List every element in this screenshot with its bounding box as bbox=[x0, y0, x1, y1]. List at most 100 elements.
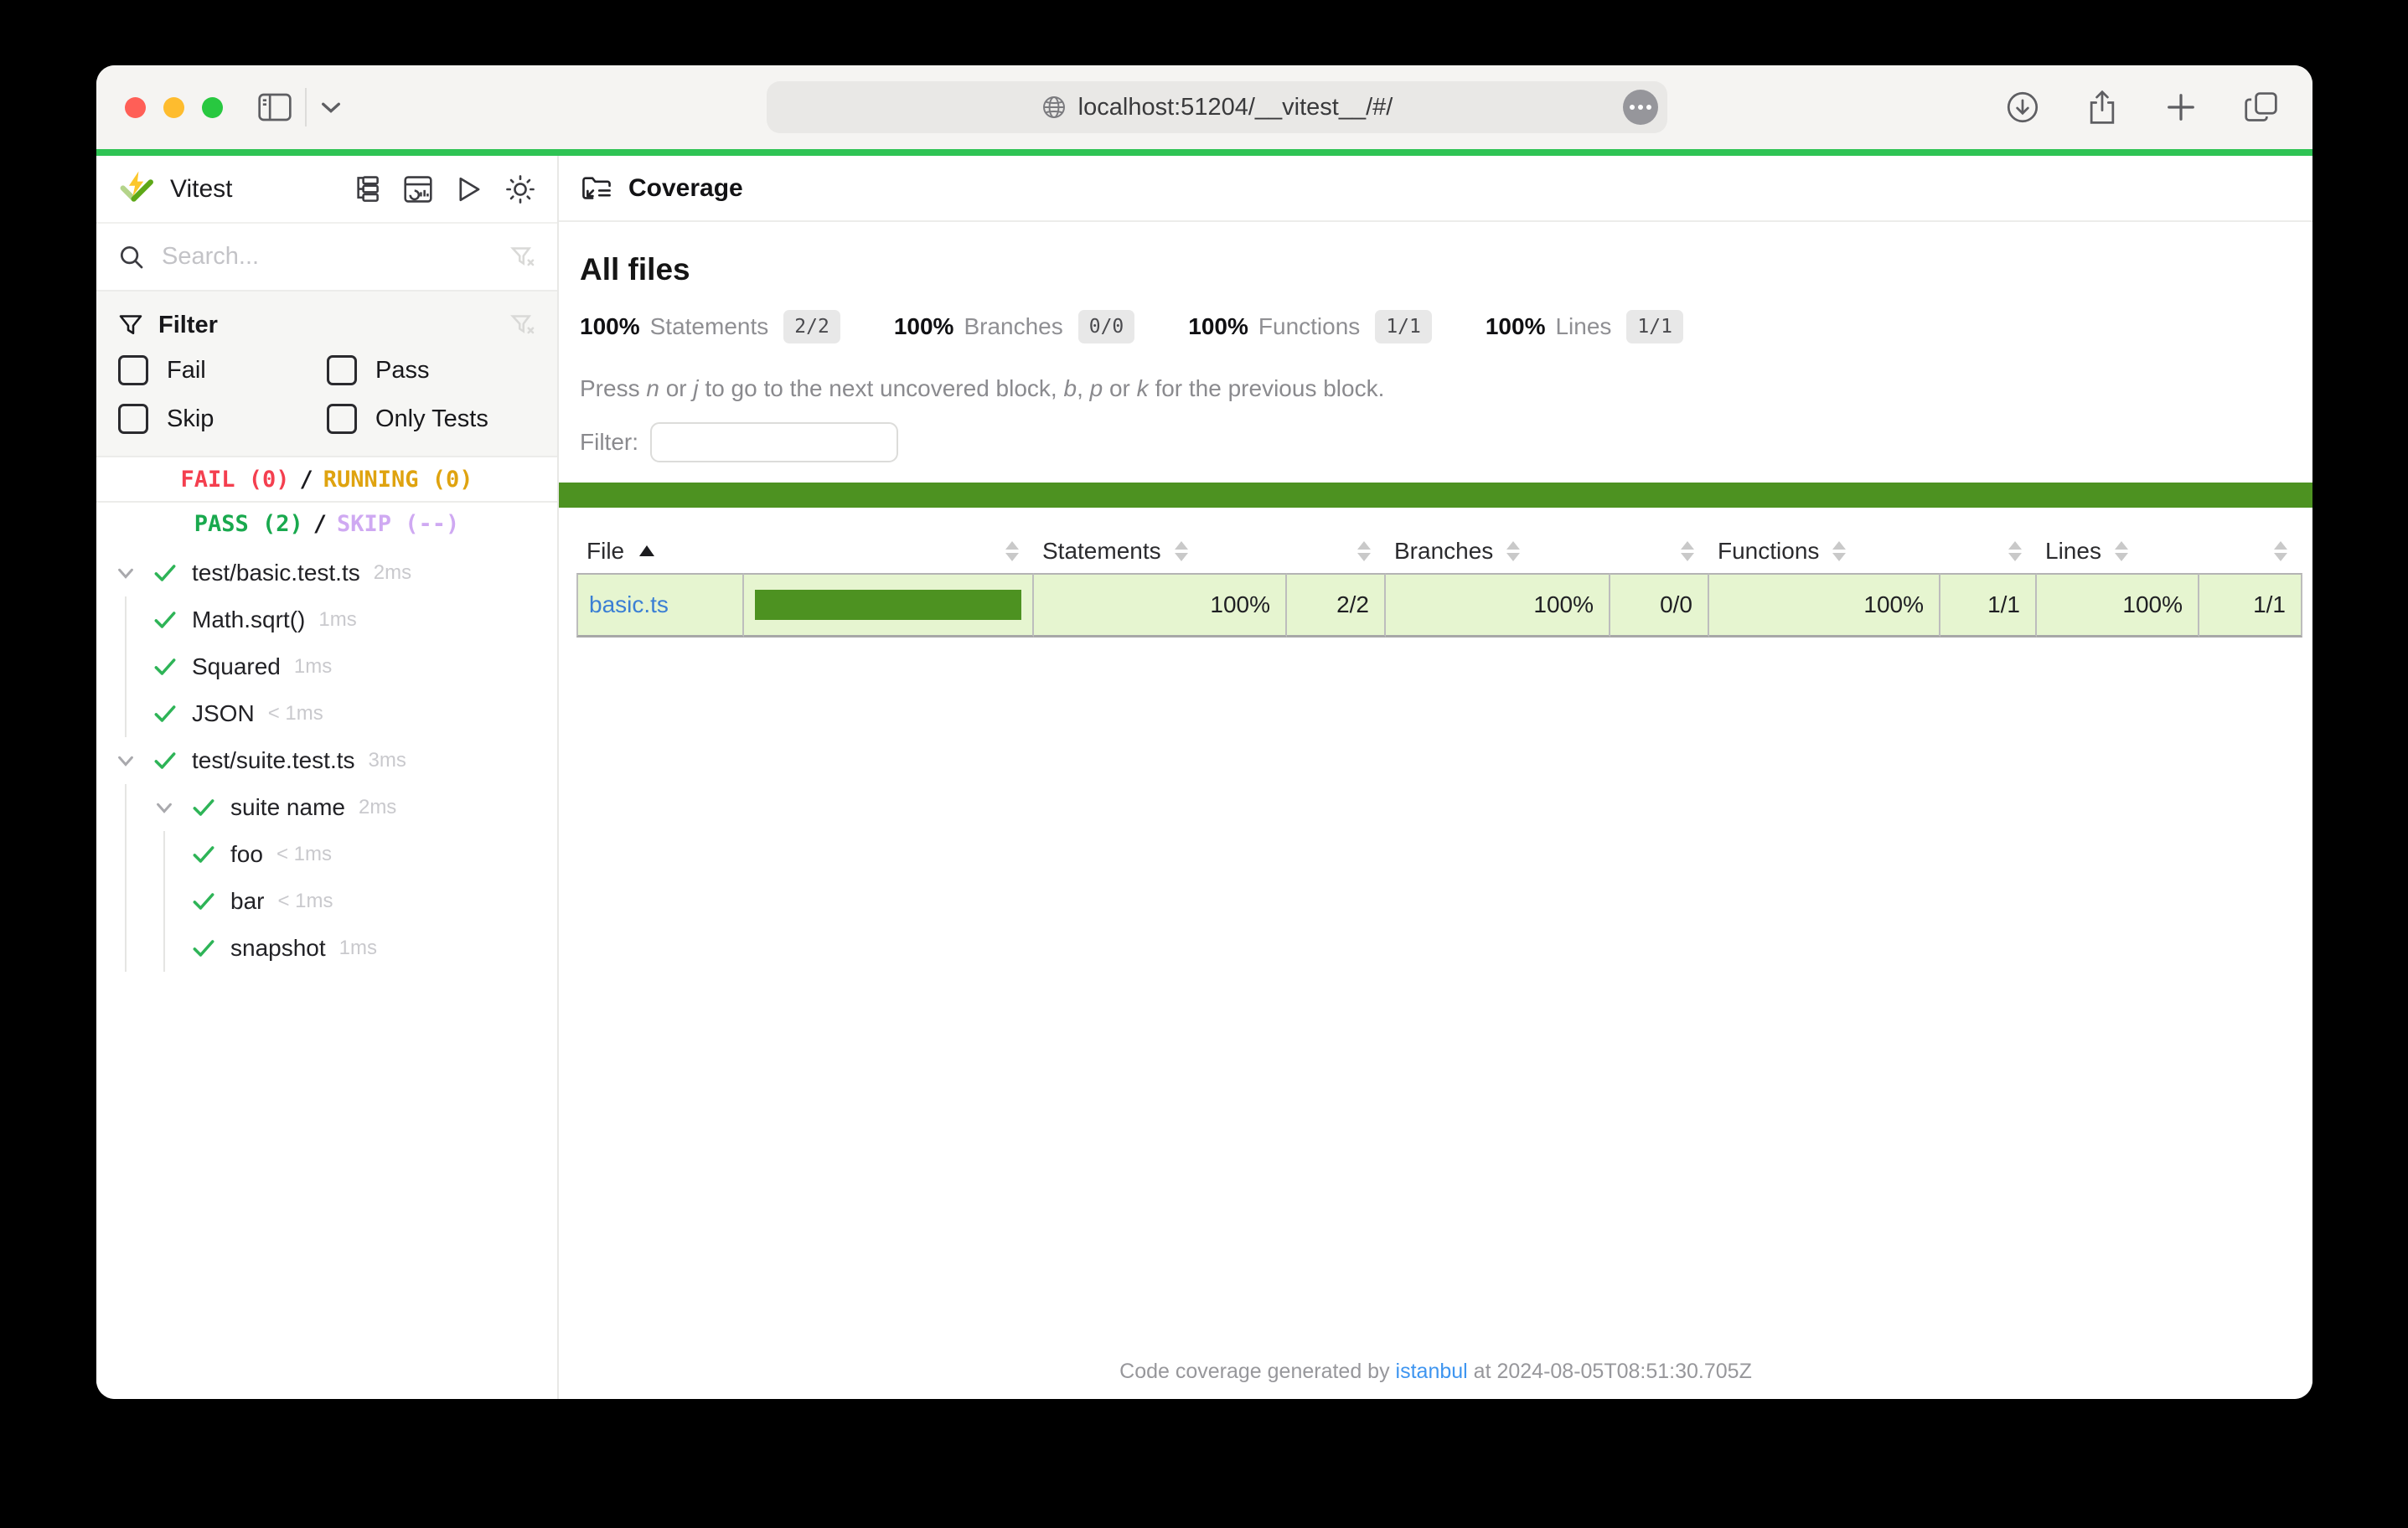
coverage-stat-statements: 100%Statements2/2 bbox=[580, 310, 840, 343]
stat-label: Branches bbox=[964, 313, 1062, 340]
hint-key: k bbox=[1137, 375, 1149, 401]
test-explorer-icon[interactable] bbox=[352, 175, 380, 204]
test-duration: 1ms bbox=[294, 655, 332, 679]
test-name: bar bbox=[230, 888, 264, 915]
column-header-graph[interactable] bbox=[744, 541, 1034, 561]
hint-text: Press bbox=[580, 375, 646, 401]
test-tree-row[interactable]: test/suite.test.ts3ms bbox=[96, 737, 557, 784]
zoom-window-button[interactable] bbox=[202, 97, 223, 118]
coverage-status-strip bbox=[559, 483, 2312, 508]
filter-option-pass[interactable]: Pass bbox=[327, 355, 535, 385]
share-icon[interactable] bbox=[2086, 89, 2118, 126]
sort-arrows-icon[interactable] bbox=[2115, 541, 2128, 561]
tree-indent-guide bbox=[113, 596, 138, 643]
page-options-button[interactable] bbox=[1623, 90, 1658, 125]
sort-arrows-icon[interactable] bbox=[1506, 541, 1520, 561]
sort-arrows-icon[interactable] bbox=[1832, 541, 1846, 561]
filter-option-fail[interactable]: Fail bbox=[118, 355, 327, 385]
column-header-branches-fraction[interactable] bbox=[1610, 541, 1709, 561]
tree-indent-guide bbox=[113, 831, 138, 878]
theme-toggle-sun-icon[interactable] bbox=[505, 174, 535, 204]
globe-icon bbox=[1041, 95, 1067, 120]
tab-overview-icon[interactable] bbox=[2244, 90, 2279, 124]
test-tree-row[interactable]: Math.sqrt()1ms bbox=[96, 596, 557, 643]
checkbox[interactable] bbox=[118, 404, 148, 434]
filter-option-label: Skip bbox=[167, 405, 214, 433]
coverage-stat-functions: 100%Functions1/1 bbox=[1188, 310, 1432, 343]
test-tree-row[interactable]: Squared 1ms bbox=[96, 643, 557, 690]
page-title: All files bbox=[580, 252, 2312, 288]
browser-toolbar: localhost:51204/__vitest__/#/ bbox=[96, 65, 2312, 149]
checkbox[interactable] bbox=[327, 355, 357, 385]
test-tree-row[interactable]: foo< 1ms bbox=[96, 831, 557, 878]
test-name: JSON bbox=[192, 700, 255, 727]
column-header-lines-fraction[interactable] bbox=[2199, 541, 2302, 561]
test-duration: 1ms bbox=[318, 608, 356, 632]
search-input[interactable] bbox=[160, 242, 495, 271]
clear-search-filter-icon[interactable] bbox=[510, 245, 535, 270]
column-header-statements[interactable]: Statements bbox=[1034, 538, 1287, 565]
sort-arrows-icon[interactable] bbox=[1681, 541, 1694, 561]
filter-option-only-tests[interactable]: Only Tests bbox=[327, 404, 535, 434]
test-tree-row[interactable]: test/basic.test.ts2ms bbox=[96, 550, 557, 596]
stat-fraction-badge: 1/1 bbox=[1375, 310, 1432, 343]
coverage-value-cell: 100% bbox=[2037, 573, 2199, 638]
clear-filters-icon[interactable] bbox=[510, 312, 535, 338]
coverage-title: Coverage bbox=[628, 174, 743, 203]
sort-arrows-icon[interactable] bbox=[2274, 541, 2287, 561]
istanbul-link[interactable]: istanbul bbox=[1396, 1360, 1468, 1383]
test-tree-row[interactable]: bar< 1ms bbox=[96, 878, 557, 925]
downloads-icon[interactable] bbox=[2006, 90, 2039, 124]
chevron-down-icon[interactable] bbox=[113, 737, 138, 784]
tree-indent-guide bbox=[113, 878, 138, 925]
hint-text: for the previous block. bbox=[1149, 375, 1385, 401]
test-tree-row[interactable]: snapshot 1ms bbox=[96, 925, 557, 972]
sort-arrows-icon[interactable] bbox=[1175, 541, 1188, 561]
chevron-down-icon[interactable] bbox=[113, 550, 138, 596]
column-header-functions[interactable]: Functions bbox=[1709, 538, 1940, 565]
keyboard-hint: Press n or j to go to the next uncovered… bbox=[580, 375, 2312, 402]
browser-window: localhost:51204/__vitest__/#/ bbox=[96, 65, 2312, 1399]
address-bar[interactable]: localhost:51204/__vitest__/#/ bbox=[767, 81, 1667, 133]
hint-text: or bbox=[1103, 375, 1136, 401]
search-bar bbox=[96, 222, 557, 292]
test-duration: 2ms bbox=[359, 796, 396, 819]
sort-arrows-icon[interactable] bbox=[1005, 541, 1019, 561]
coverage-value-cell: 100% bbox=[1709, 573, 1940, 638]
new-tab-icon[interactable] bbox=[2165, 91, 2197, 123]
coverage-filter-input[interactable] bbox=[650, 422, 898, 462]
dashboard-icon[interactable] bbox=[403, 175, 433, 204]
sort-arrows-icon[interactable] bbox=[2008, 541, 2022, 561]
sort-arrows-icon[interactable] bbox=[1357, 541, 1371, 561]
toolbar-divider bbox=[305, 88, 307, 126]
column-header-statements-fraction[interactable] bbox=[1287, 541, 1386, 561]
test-name: Squared bbox=[192, 653, 281, 680]
tree-indent-guide bbox=[113, 643, 138, 690]
column-header-file[interactable]: File bbox=[576, 538, 744, 565]
test-name: suite name bbox=[230, 794, 345, 821]
test-name: snapshot bbox=[230, 935, 326, 962]
test-tree-row[interactable]: suite name 2ms bbox=[96, 784, 557, 831]
checkbox[interactable] bbox=[118, 355, 148, 385]
filter-option-skip[interactable]: Skip bbox=[118, 404, 327, 434]
coverage-value-cell: 2/2 bbox=[1287, 573, 1386, 638]
run-all-icon[interactable] bbox=[456, 175, 483, 204]
test-summary: FAIL (0) / RUNNING (0) PASS (2) / SKIP (… bbox=[96, 457, 557, 545]
checkbox[interactable] bbox=[327, 404, 357, 434]
column-header-branches[interactable]: Branches bbox=[1386, 538, 1610, 565]
sidebar-toggle-icon[interactable] bbox=[258, 93, 292, 121]
hint-text: , bbox=[1077, 375, 1090, 401]
chevron-down-icon[interactable] bbox=[320, 101, 342, 114]
filter-option-label: Fail bbox=[167, 357, 206, 385]
test-tree-row[interactable]: JSON< 1ms bbox=[96, 690, 557, 737]
close-window-button[interactable] bbox=[125, 97, 146, 118]
file-link[interactable]: basic.ts bbox=[589, 591, 669, 618]
minimize-window-button[interactable] bbox=[163, 97, 184, 118]
table-row: basic.ts100%2/2100%0/0100%1/1100%1/1 bbox=[576, 573, 2302, 638]
chevron-down-icon[interactable] bbox=[152, 784, 177, 831]
column-header-lines[interactable]: Lines bbox=[2037, 538, 2199, 565]
test-tree: test/basic.test.ts2msMath.sqrt()1msSquar… bbox=[96, 545, 557, 972]
column-header-functions-fraction[interactable] bbox=[1940, 541, 2037, 561]
coverage-value-cell: 100% bbox=[1034, 573, 1287, 638]
test-duration: 1ms bbox=[339, 937, 377, 960]
